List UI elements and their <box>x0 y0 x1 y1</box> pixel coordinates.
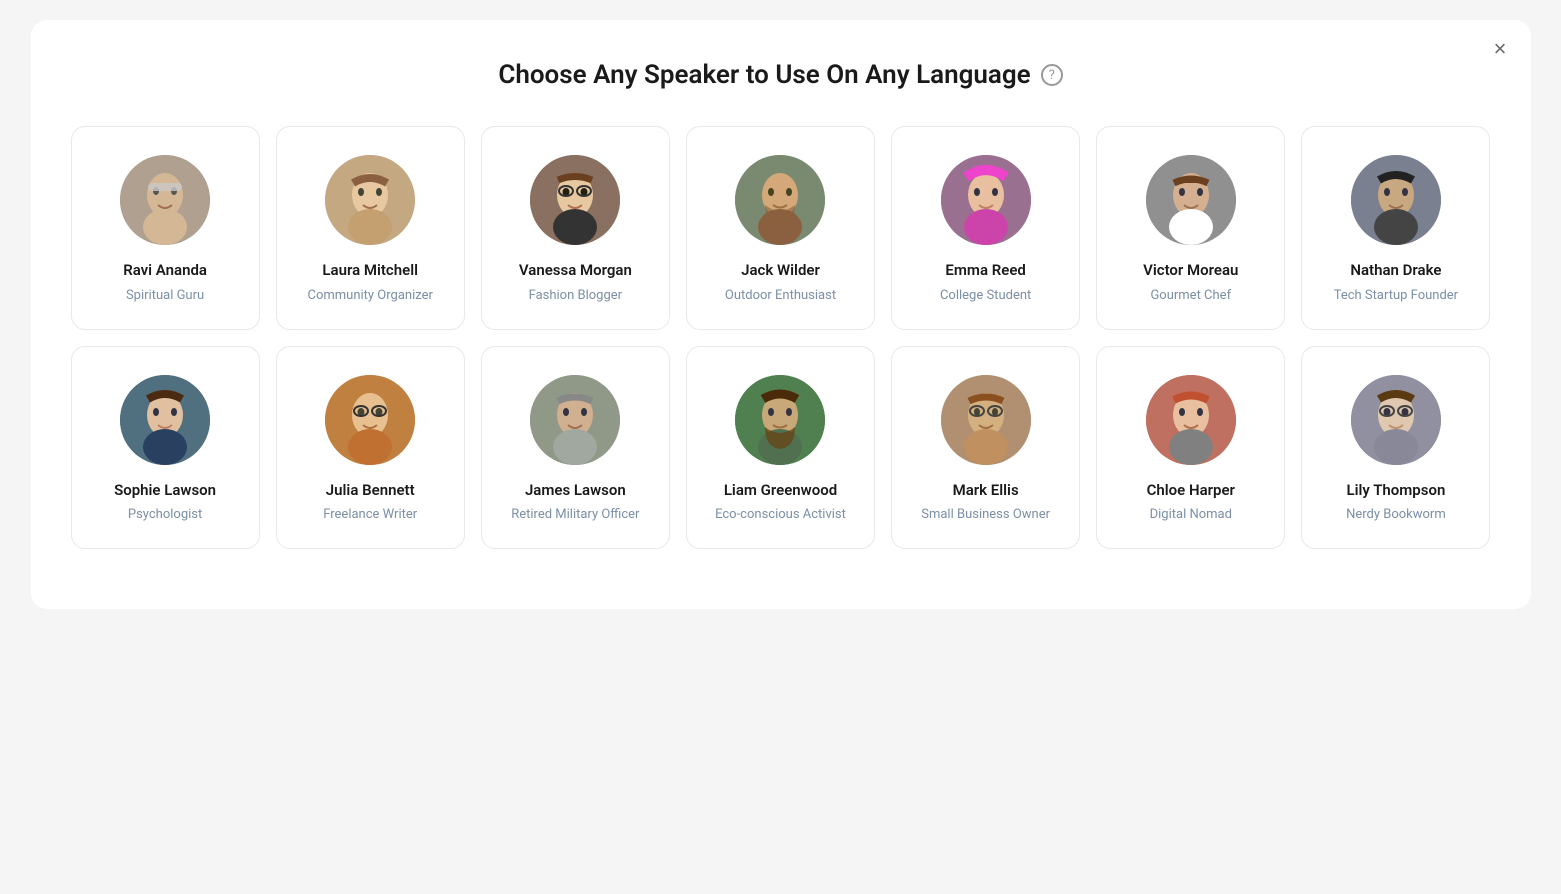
speaker-card-liam-greenwood[interactable]: Liam Greenwood Eco-conscious Activist <box>686 346 875 550</box>
speaker-card-emma-reed[interactable]: Emma Reed College Student <box>891 126 1080 330</box>
speaker-role-james-lawson: Retired Military Officer <box>511 506 639 524</box>
speaker-name-lily-thompson: Lily Thompson <box>1346 481 1445 501</box>
speaker-name-liam-greenwood: Liam Greenwood <box>724 481 837 501</box>
speaker-card-jack-wilder[interactable]: Jack Wilder Outdoor Enthusiast <box>686 126 875 330</box>
speaker-card-nathan-drake[interactable]: Nathan Drake Tech Startup Founder <box>1301 126 1490 330</box>
speaker-card-victor-moreau[interactable]: Victor Moreau Gourmet Chef <box>1096 126 1285 330</box>
speaker-name-james-lawson: James Lawson <box>525 481 626 501</box>
speaker-role-ravi-ananda: Spiritual Guru <box>126 287 204 305</box>
modal-title: Choose Any Speaker to Use On Any Languag… <box>498 60 1030 90</box>
speaker-card-laura-mitchell[interactable]: Laura Mitchell Community Organizer <box>276 126 465 330</box>
speaker-role-nathan-drake: Tech Startup Founder <box>1334 287 1458 305</box>
speaker-role-liam-greenwood: Eco-conscious Activist <box>715 506 846 524</box>
speaker-selection-modal: × Choose Any Speaker to Use On Any Langu… <box>31 20 1531 609</box>
speaker-role-laura-mitchell: Community Organizer <box>308 287 433 305</box>
speaker-name-sophie-lawson: Sophie Lawson <box>114 481 216 501</box>
speaker-card-chloe-harper[interactable]: Chloe Harper Digital Nomad <box>1096 346 1285 550</box>
speaker-name-victor-moreau: Victor Moreau <box>1143 261 1238 281</box>
speaker-name-julia-bennett: Julia Bennett <box>326 481 415 501</box>
speaker-role-jack-wilder: Outdoor Enthusiast <box>725 287 836 305</box>
speaker-card-lily-thompson[interactable]: Lily Thompson Nerdy Bookworm <box>1301 346 1490 550</box>
speaker-name-emma-reed: Emma Reed <box>945 261 1025 281</box>
speaker-name-mark-ellis: Mark Ellis <box>953 481 1019 501</box>
speaker-role-chloe-harper: Digital Nomad <box>1150 506 1232 524</box>
speaker-role-julia-bennett: Freelance Writer <box>323 506 417 524</box>
speaker-grid: Ravi Ananda Spiritual Guru Laura Mitchell… <box>71 126 1491 549</box>
speaker-name-chloe-harper: Chloe Harper <box>1147 481 1235 501</box>
speaker-name-vanessa-morgan: Vanessa Morgan <box>519 261 632 281</box>
help-icon[interactable]: ? <box>1041 64 1063 86</box>
modal-header: Choose Any Speaker to Use On Any Languag… <box>71 60 1491 90</box>
speaker-role-sophie-lawson: Psychologist <box>128 506 202 524</box>
speaker-name-laura-mitchell: Laura Mitchell <box>322 261 418 281</box>
speaker-card-vanessa-morgan[interactable]: Vanessa Morgan Fashion Blogger <box>481 126 670 330</box>
speaker-card-james-lawson[interactable]: James Lawson Retired Military Officer <box>481 346 670 550</box>
speaker-card-mark-ellis[interactable]: Mark Ellis Small Business Owner <box>891 346 1080 550</box>
speaker-card-julia-bennett[interactable]: Julia Bennett Freelance Writer <box>276 346 465 550</box>
speaker-name-nathan-drake: Nathan Drake <box>1350 261 1441 281</box>
speaker-name-ravi-ananda: Ravi Ananda <box>123 261 207 281</box>
speaker-role-mark-ellis: Small Business Owner <box>921 506 1050 524</box>
speaker-card-sophie-lawson[interactable]: Sophie Lawson Psychologist <box>71 346 260 550</box>
speaker-card-ravi-ananda[interactable]: Ravi Ananda Spiritual Guru <box>71 126 260 330</box>
speaker-role-vanessa-morgan: Fashion Blogger <box>529 287 622 305</box>
speaker-name-jack-wilder: Jack Wilder <box>741 261 820 281</box>
speaker-role-victor-moreau: Gourmet Chef <box>1150 287 1231 305</box>
speaker-role-lily-thompson: Nerdy Bookworm <box>1346 506 1446 524</box>
speaker-role-emma-reed: College Student <box>940 287 1031 305</box>
close-button[interactable]: × <box>1494 38 1507 60</box>
